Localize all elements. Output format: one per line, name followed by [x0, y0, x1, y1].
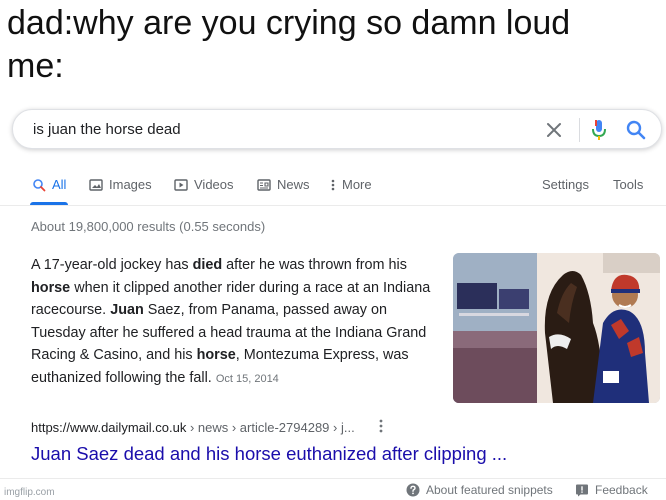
search-bar[interactable]: is juan the horse dead	[12, 109, 662, 149]
search-tabs: All Images Videos News More Settings Too…	[0, 168, 666, 206]
tab-label: Settings	[542, 177, 589, 192]
tab-videos[interactable]: Videos	[174, 177, 234, 192]
result-url[interactable]: https://www.dailymail.co.uk › news › art…	[31, 420, 355, 435]
highlight-juan: Juan	[110, 302, 144, 318]
image-icon	[89, 178, 103, 191]
news-icon	[257, 178, 271, 191]
tab-label: News	[277, 177, 310, 192]
tab-label: Images	[109, 177, 152, 192]
about-featured-snippets[interactable]: About featured snippets	[406, 483, 553, 497]
highlight-horse: horse	[196, 347, 236, 363]
search-icon[interactable]	[625, 119, 647, 141]
about-snippets-label: About featured snippets	[426, 483, 553, 497]
tab-label: Tools	[613, 177, 644, 192]
more-options-icon[interactable]	[378, 418, 384, 434]
snippet-footer: imgflip.com About featured snippets Feed…	[0, 478, 666, 500]
tab-tools[interactable]: Tools	[613, 177, 643, 192]
result-breadcrumb: › news › article-2794289 › j...	[186, 420, 355, 435]
featured-snippet-text: A 17-year-old jockey has died after he w…	[31, 257, 431, 386]
featured-snippet-image[interactable]	[453, 253, 660, 403]
tab-label: All	[52, 177, 67, 192]
tab-label: Videos	[194, 177, 234, 192]
search-icon	[33, 178, 46, 191]
search-input[interactable]: is juan the horse dead	[33, 121, 181, 138]
feedback-label: Feedback	[595, 483, 648, 497]
highlight-died: died	[192, 257, 223, 273]
help-icon	[406, 483, 420, 497]
tab-images[interactable]: Images	[89, 177, 152, 192]
caption-line-1: dad:why are you crying so damn loud	[7, 4, 571, 42]
highlight-horse: horse	[31, 279, 71, 296]
tab-more[interactable]: More	[330, 177, 372, 192]
meme-caption: dad:why are you crying so damn loud me:	[0, 0, 666, 100]
active-tab-indicator	[30, 202, 68, 205]
tab-settings[interactable]: Settings	[542, 177, 589, 192]
feedback-link[interactable]: Feedback	[575, 483, 648, 497]
result-title-link[interactable]: Juan Saez dead and his horse euthanized …	[31, 443, 507, 465]
search-divider	[579, 118, 580, 142]
imgflip-watermark: imgflip.com	[4, 487, 55, 498]
play-icon	[174, 178, 188, 191]
result-stats: About 19,800,000 results (0.55 seconds)	[31, 219, 266, 234]
result-domain: https://www.dailymail.co.uk	[31, 420, 187, 435]
feedback-icon	[576, 484, 588, 497]
more-dots-icon	[331, 179, 335, 190]
microphone-icon[interactable]	[591, 118, 607, 142]
caption-line-2: me:	[7, 47, 64, 85]
tab-all[interactable]: All	[32, 177, 66, 192]
close-icon[interactable]	[544, 120, 564, 140]
tab-news[interactable]: News	[257, 177, 310, 192]
snippet-date: Oct 15, 2014	[215, 372, 279, 385]
tab-label: More	[342, 177, 372, 192]
google-results-page: is juan the horse dead All Images Videos…	[0, 100, 666, 500]
